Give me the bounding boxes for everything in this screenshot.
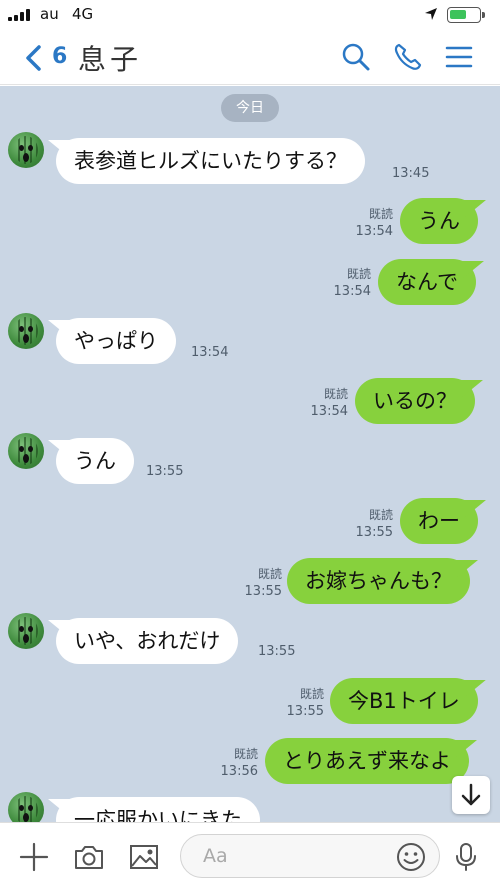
- message-time: 13:55: [146, 464, 184, 479]
- message-bubble-outgoing[interactable]: わー: [400, 498, 478, 544]
- menu-icon[interactable]: [442, 40, 476, 74]
- message-meta: 既読 13:54: [345, 206, 393, 240]
- message-time: 13:55: [355, 525, 393, 540]
- avatar[interactable]: [8, 132, 44, 168]
- battery-icon: [447, 7, 485, 23]
- message-bubble-outgoing[interactable]: いるの？: [355, 378, 475, 424]
- back-button[interactable]: 6: [20, 40, 80, 74]
- avatar[interactable]: [8, 792, 44, 822]
- message-time: 13:56: [220, 764, 258, 779]
- message-time: 13:55: [244, 584, 282, 599]
- avatar[interactable]: [8, 433, 44, 469]
- read-receipt: 既読: [299, 687, 324, 701]
- message-meta: 既読 13:54: [300, 386, 348, 420]
- message-meta: 既読 13:55: [276, 686, 324, 720]
- camera-icon[interactable]: [73, 841, 105, 873]
- search-icon[interactable]: [339, 40, 373, 74]
- status-bar: au 4G: [0, 0, 500, 30]
- message-bubble-outgoing[interactable]: なんで: [378, 259, 476, 305]
- location-arrow-icon: [425, 8, 437, 20]
- read-receipt: 既読: [368, 207, 393, 221]
- message-bubble-outgoing[interactable]: とりあえず来なよ: [265, 738, 469, 784]
- message-meta: 既読 13:55: [234, 566, 282, 600]
- message-time: 13:45: [392, 166, 430, 181]
- avatar[interactable]: [8, 313, 44, 349]
- read-receipt: 既読: [233, 747, 258, 761]
- network-label: 4G: [72, 5, 94, 23]
- read-receipt: 既読: [323, 387, 348, 401]
- message-time: 13:54: [191, 345, 229, 360]
- image-icon[interactable]: [128, 841, 160, 873]
- message-bubble-outgoing[interactable]: 今B1トイレ: [330, 678, 478, 724]
- message-bubble-incoming[interactable]: 一応服かいにきた: [56, 797, 260, 822]
- avatar[interactable]: [8, 613, 44, 649]
- chat-title: 息子: [78, 43, 143, 76]
- unread-count: 6: [52, 44, 68, 69]
- emoji-icon[interactable]: [396, 842, 426, 872]
- message-time: 13:55: [258, 644, 296, 659]
- message-meta: 既読 13:54: [323, 266, 371, 300]
- read-receipt: 既読: [346, 267, 371, 281]
- message-bubble-incoming[interactable]: 表参道ヒルズにいたりする？: [56, 138, 365, 184]
- read-receipt: 既読: [257, 567, 282, 581]
- message-bubble-outgoing[interactable]: うん: [400, 198, 478, 244]
- read-receipt: 既読: [368, 508, 393, 522]
- message-meta: 既読 13:55: [345, 507, 393, 541]
- chevron-left-icon: [26, 45, 41, 71]
- message-bubble-outgoing[interactable]: お嫁ちゃんも？: [287, 558, 470, 604]
- message-composer: [0, 822, 500, 889]
- message-time: 13:55: [286, 704, 324, 719]
- message-time: 13:54: [355, 224, 393, 239]
- carrier-label: au: [40, 5, 59, 23]
- message-bubble-incoming[interactable]: やっぱり: [56, 318, 176, 364]
- scroll-to-bottom-button[interactable]: [452, 776, 490, 814]
- message-time: 13:54: [333, 284, 371, 299]
- microphone-icon[interactable]: [450, 841, 482, 873]
- arrow-down-icon: [461, 783, 481, 806]
- signal-icon: [8, 9, 36, 21]
- message-bubble-incoming[interactable]: いや、おれだけ: [56, 618, 239, 664]
- phone-icon[interactable]: [391, 40, 425, 74]
- message-time: 13:54: [310, 404, 348, 419]
- plus-icon[interactable]: [18, 841, 50, 873]
- date-separator: 今日: [221, 94, 279, 122]
- message-meta: 既読 13:56: [210, 746, 258, 780]
- chat-timeline[interactable]: 今日 表参道ヒルズにいたりする？ 13:45 既読 13:54 うん 既読 13…: [0, 86, 500, 822]
- chat-header: 6 息子: [0, 30, 500, 85]
- message-bubble-incoming[interactable]: うん: [56, 438, 134, 484]
